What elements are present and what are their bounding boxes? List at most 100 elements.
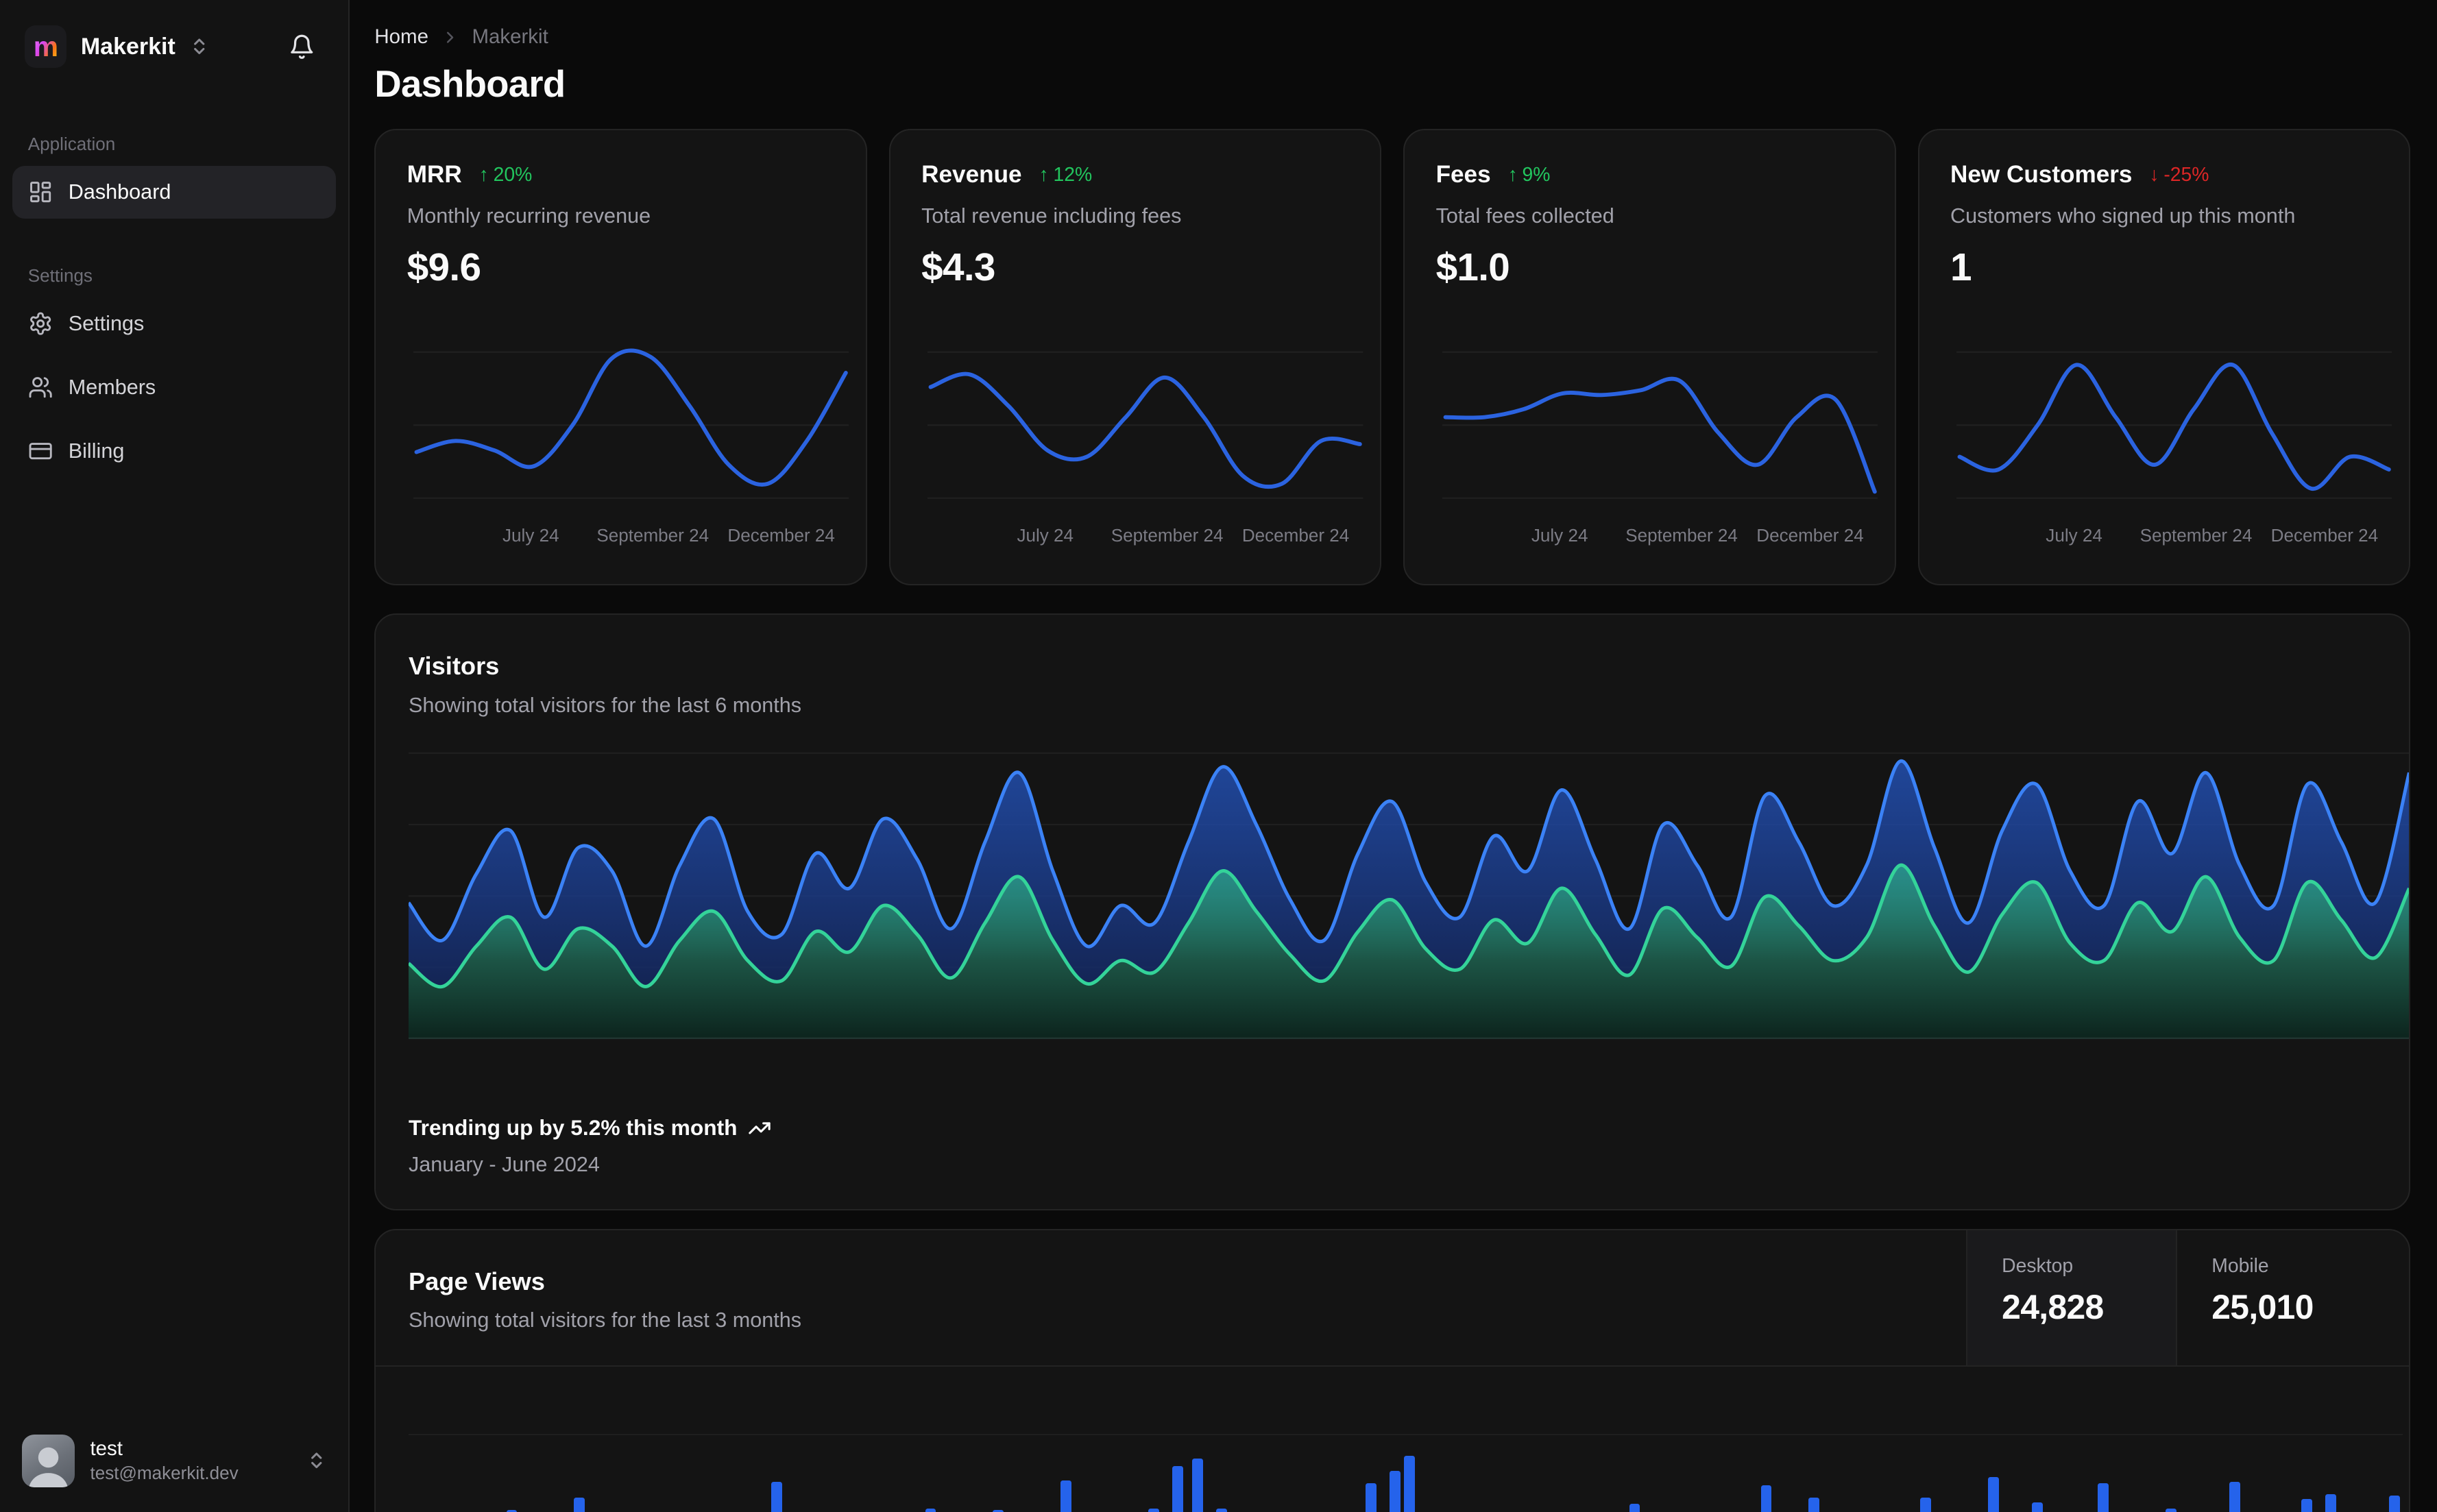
tab-desktop[interactable]: Desktop 24,828 bbox=[1966, 1230, 2177, 1366]
stat-value: $1.0 bbox=[1435, 245, 1510, 289]
stat-card-fees: Fees ↑ 9% Total fees collected $1.0 July … bbox=[1403, 128, 1896, 586]
sparkline-chart bbox=[927, 337, 1363, 513]
page-views-bar bbox=[2229, 1482, 2241, 1512]
sparkline-chart bbox=[1442, 337, 1878, 513]
user-email: test@makerkit.dev bbox=[90, 1463, 239, 1484]
sparkline-chart bbox=[1956, 337, 2392, 513]
sidebar-item-settings[interactable]: Settings bbox=[12, 297, 336, 350]
arrow-down-icon: ↓ bbox=[2149, 163, 2159, 186]
tab-value: 24,828 bbox=[2002, 1287, 2104, 1326]
sidebar: m Makerkit Application Dashboard Setting… bbox=[0, 0, 350, 1512]
page-views-bar bbox=[2032, 1502, 2044, 1512]
page-views-bar bbox=[1629, 1503, 1640, 1512]
stat-card-revenue: Revenue ↑ 12% Total revenue including fee… bbox=[888, 128, 1382, 586]
sidebar-item-members[interactable]: Members bbox=[12, 361, 336, 414]
stat-title: New Customers bbox=[1950, 161, 2133, 188]
trending-up-icon bbox=[748, 1117, 771, 1140]
page-views-bar bbox=[2301, 1499, 2312, 1512]
page-views-bar bbox=[925, 1508, 936, 1512]
stat-card-mrr: MRR ↑ 20% Monthly recurring revenue $9.6 … bbox=[374, 128, 868, 586]
page-views-card: Page Views Showing total visitors for th… bbox=[374, 1228, 2411, 1512]
page-views-bar bbox=[574, 1497, 585, 1512]
app-window: m Makerkit Application Dashboard Setting… bbox=[0, 0, 2437, 1512]
trend-badge: ↓ -25% bbox=[2149, 163, 2209, 186]
page-views-bar bbox=[771, 1482, 783, 1512]
page-views-bar bbox=[1366, 1483, 1377, 1512]
user-menu[interactable]: test test@makerkit.dev bbox=[12, 1425, 336, 1496]
stat-title: Revenue bbox=[921, 161, 1022, 188]
visitors-title: Visitors bbox=[408, 652, 500, 681]
stat-value: $4.3 bbox=[921, 245, 995, 289]
tab-label: Mobile bbox=[2211, 1255, 2269, 1278]
tab-mobile[interactable]: Mobile 25,010 bbox=[2176, 1230, 2409, 1366]
page-title: Dashboard bbox=[374, 62, 566, 105]
sparkline-x-labels: July 24 September 24 December 24 bbox=[2046, 524, 2379, 546]
breadcrumb-home-link[interactable]: Home bbox=[374, 25, 428, 49]
sparkline-chart bbox=[413, 337, 849, 513]
arrow-up-icon: ↑ bbox=[1507, 163, 1518, 186]
visitors-subtitle: Showing total visitors for the last 6 mo… bbox=[408, 693, 802, 717]
stat-title: Fees bbox=[1435, 161, 1491, 188]
chevrons-up-down-icon bbox=[306, 1450, 326, 1470]
page-views-title: Page Views bbox=[408, 1267, 545, 1296]
stat-description: Total revenue including fees bbox=[921, 204, 1182, 228]
page-views-series-tabs: Desktop 24,828 Mobile 25,010 bbox=[1966, 1230, 2409, 1366]
sidebar-item-billing[interactable]: Billing bbox=[12, 425, 336, 478]
page-views-bar bbox=[1988, 1477, 2000, 1512]
stat-cards-row: MRR ↑ 20% Monthly recurring revenue $9.6 … bbox=[374, 128, 2411, 586]
section-label-settings: Settings bbox=[27, 265, 93, 286]
user-name: test bbox=[90, 1437, 123, 1461]
page-views-bar bbox=[1216, 1508, 1228, 1512]
main-content: Home Makerkit Dashboard MRR ↑ 20% Monthly… bbox=[350, 0, 2437, 1512]
page-views-bar-chart bbox=[408, 1367, 2403, 1512]
page-views-bar bbox=[2098, 1483, 2109, 1512]
tab-label: Desktop bbox=[2002, 1255, 2074, 1278]
stat-value: $9.6 bbox=[407, 245, 481, 289]
page-views-bar bbox=[1148, 1508, 1160, 1512]
visitors-area-chart bbox=[407, 731, 2411, 1039]
sparkline-x-labels: July 24 September 24 December 24 bbox=[1017, 524, 1350, 546]
arrow-up-icon: ↑ bbox=[478, 163, 489, 186]
breadcrumb-current: Makerkit bbox=[472, 25, 548, 49]
gear-icon bbox=[28, 311, 53, 336]
sidebar-item-label: Dashboard bbox=[68, 180, 171, 204]
credit-card-icon bbox=[28, 439, 53, 463]
workspace-name: Makerkit bbox=[80, 33, 175, 60]
stat-value: 1 bbox=[1950, 245, 1972, 289]
visitors-period: January - June 2024 bbox=[408, 1153, 600, 1177]
trend-badge: ↑ 12% bbox=[1039, 163, 1093, 186]
sparkline-x-labels: July 24 September 24 December 24 bbox=[1531, 524, 1864, 546]
page-views-bar bbox=[1920, 1497, 1932, 1512]
logo-m-glyph: m bbox=[33, 30, 58, 62]
stat-description: Customers who signed up this month bbox=[1950, 204, 2296, 228]
sidebar-item-label: Members bbox=[68, 375, 156, 399]
visitors-card: Visitors Showing total visitors for the … bbox=[374, 613, 2411, 1210]
page-views-bar bbox=[1192, 1459, 1204, 1512]
visitors-trending-text: Trending up by 5.2% this month bbox=[409, 1115, 771, 1141]
section-label-application: Application bbox=[27, 133, 116, 154]
page-views-subtitle: Showing total visitors for the last 3 mo… bbox=[408, 1308, 802, 1332]
sidebar-item-label: Billing bbox=[68, 439, 125, 463]
layout-dashboard-icon bbox=[28, 180, 53, 204]
sidebar-item-dashboard[interactable]: Dashboard bbox=[12, 165, 336, 219]
workspace-selector[interactable]: m Makerkit bbox=[12, 19, 336, 75]
users-icon bbox=[28, 375, 53, 400]
page-views-bar bbox=[1172, 1466, 1184, 1512]
page-views-bar bbox=[1390, 1471, 1401, 1512]
page-views-bar bbox=[2166, 1508, 2177, 1512]
trend-badge: ↑ 9% bbox=[1507, 163, 1551, 186]
sidebar-item-label: Settings bbox=[68, 311, 145, 335]
makerkit-logo: m bbox=[25, 25, 67, 68]
bell-icon[interactable] bbox=[280, 25, 323, 68]
sparkline-x-labels: July 24 September 24 December 24 bbox=[502, 524, 835, 546]
chevron-right-icon bbox=[441, 28, 459, 47]
stat-description: Total fees collected bbox=[1435, 204, 1614, 228]
stat-description: Monthly recurring revenue bbox=[407, 204, 651, 228]
avatar bbox=[21, 1434, 75, 1487]
breadcrumb: Home Makerkit bbox=[374, 23, 2410, 51]
page-views-bar bbox=[1808, 1497, 1820, 1512]
chevrons-up-down-icon bbox=[189, 36, 209, 56]
stat-card-new-customers: New Customers ↓ -25% Customers who signed… bbox=[1917, 128, 2411, 586]
trend-badge: ↑ 20% bbox=[478, 163, 533, 186]
tab-value: 25,010 bbox=[2211, 1287, 2314, 1326]
